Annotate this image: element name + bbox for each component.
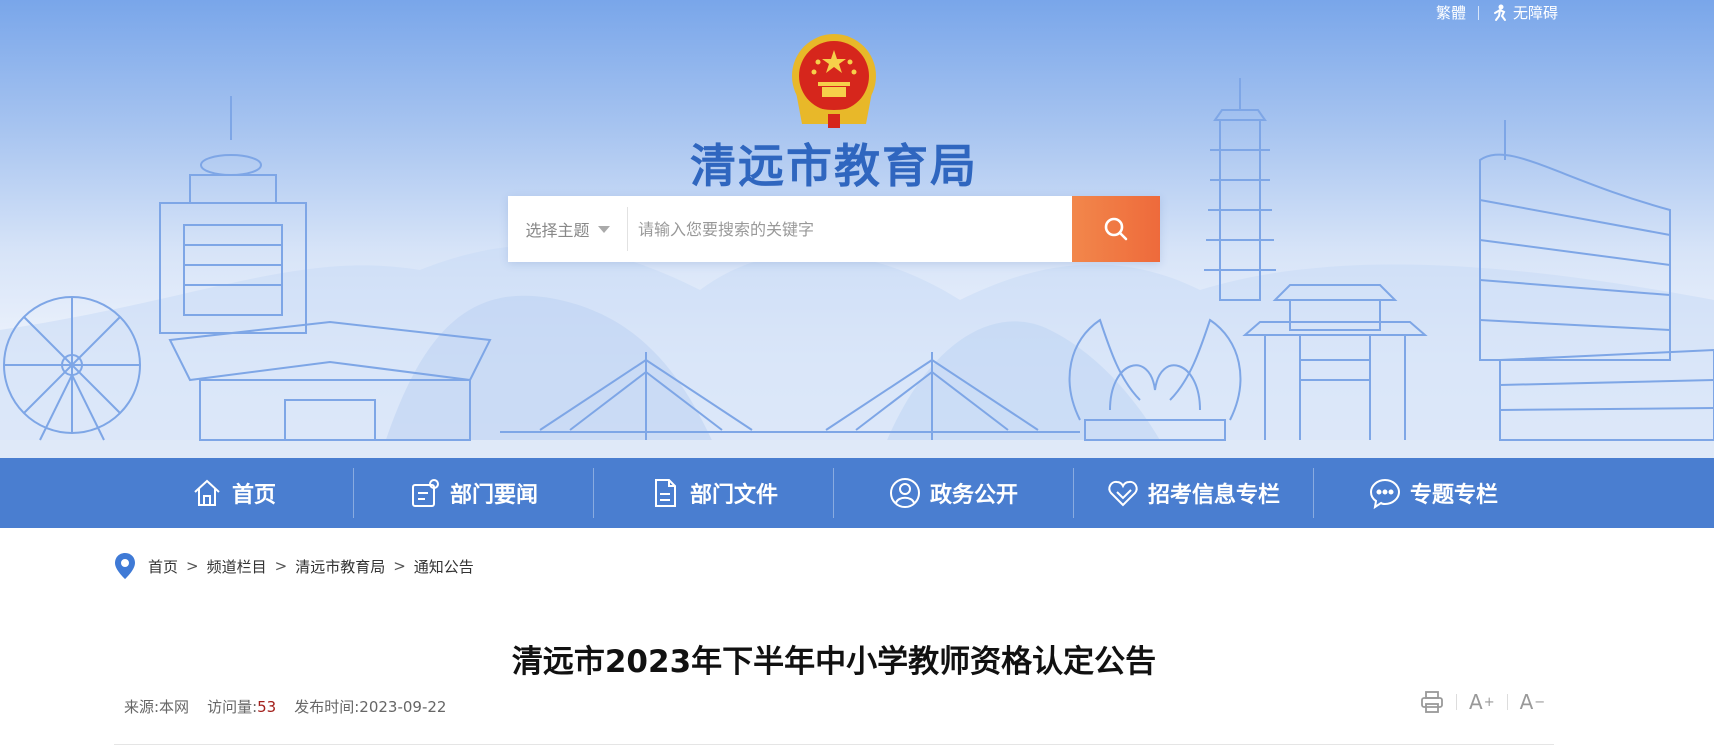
breadcrumb-notices[interactable]: 通知公告 — [414, 556, 474, 577]
divider — [1456, 694, 1457, 710]
nav-label: 招考信息专栏 — [1147, 483, 1280, 508]
printer-icon — [1421, 691, 1443, 713]
nav-label: 专题专栏 — [1409, 483, 1498, 508]
font-shrink-button[interactable]: A − — [1520, 690, 1546, 714]
header-banner: 繁體 无障碍 清远市教育局 选择主题 — [0, 0, 1714, 458]
article-tools: A + A − — [1420, 690, 1545, 714]
right-building — [1499, 348, 1714, 441]
home-icon — [190, 476, 224, 510]
plus-icon: + — [1483, 694, 1495, 710]
nav-item-home[interactable]: 首页 — [113, 458, 353, 528]
divider — [1477, 5, 1479, 20]
breadcrumb-home[interactable]: 首页 — [148, 556, 178, 577]
article-visits: 访问量:53 — [207, 696, 276, 717]
memorial-archway — [1242, 284, 1428, 440]
font-shrink-label: A — [1519, 690, 1534, 714]
nav-label: 部门要闻 — [449, 483, 538, 508]
traditional-chinese-link[interactable]: 繁體 — [1436, 2, 1466, 23]
nav-item-government-affairs[interactable]: 政务公开 — [833, 458, 1073, 528]
visits-label: 访问量: — [207, 698, 258, 716]
main-nav: 首页 部门要闻 部门文件 政务公开 招考信息专栏 专题专栏 — [0, 458, 1714, 528]
topic-select-label: 选择主题 — [525, 221, 590, 240]
site-title: 清远市教育局 — [690, 139, 978, 193]
article-source: 来源:本网 — [124, 698, 190, 716]
ferris-wheel — [3, 296, 141, 441]
top-links: 繁體 无障碍 — [1436, 2, 1558, 23]
article-title: 清远市2023年下半年中小学教师资格认定公告 — [511, 644, 1157, 680]
divider-line — [114, 744, 1554, 745]
nav-label: 政务公开 — [929, 483, 1018, 508]
search-bar: 选择主题 — [508, 196, 1160, 262]
divider — [1506, 694, 1508, 710]
nav-item-documents[interactable]: 部门文件 — [593, 458, 833, 528]
font-enlarge-button[interactable]: A + — [1469, 690, 1495, 714]
breadcrumb-channels[interactable]: 频道栏目 — [207, 556, 267, 577]
document-icon — [648, 476, 682, 510]
news-icon — [408, 476, 442, 510]
nav-item-news[interactable]: 部门要闻 — [353, 458, 593, 528]
visits-count: 53 — [257, 698, 277, 716]
breadcrumb-separator: > — [274, 557, 288, 575]
lotus-sculpture — [1068, 318, 1242, 441]
accessibility-link[interactable]: 无障碍 — [1491, 2, 1558, 23]
breadcrumb-separator: > — [186, 557, 199, 575]
breadcrumb-bureau[interactable]: 清远市教育局 — [295, 556, 385, 577]
search-button[interactable] — [1072, 196, 1160, 262]
search-icon — [1104, 217, 1128, 241]
accessibility-icon — [1493, 4, 1506, 21]
article-date: 发布时间:2023-09-22 — [294, 698, 447, 716]
nav-item-exam-info[interactable]: 招考信息专栏 — [1073, 458, 1313, 528]
font-enlarge-label: A — [1469, 690, 1483, 714]
chat-bubble-icon — [1368, 476, 1402, 510]
nav-label: 首页 — [231, 483, 276, 508]
heart-icon — [1106, 476, 1140, 510]
print-button[interactable] — [1420, 691, 1444, 713]
topic-select[interactable]: 选择主题 — [508, 207, 628, 251]
breadcrumb: 首页 > 频道栏目 > 清远市教育局 > 通知公告 — [114, 552, 474, 580]
search-input[interactable] — [628, 207, 1072, 251]
minus-icon: − — [1534, 694, 1546, 710]
cable-bridge — [500, 352, 1080, 440]
chevron-down-icon — [597, 225, 610, 233]
location-pin-icon — [114, 552, 136, 580]
stadium — [168, 320, 492, 441]
national-emblem-logo — [792, 34, 876, 128]
nav-label: 部门文件 — [689, 483, 778, 508]
nav-item-special-topics[interactable]: 专题专栏 — [1313, 458, 1553, 528]
breadcrumb-separator: > — [393, 557, 406, 575]
article-meta: 来源:本网 访问量:53 发布时间:2023-09-22 — [124, 696, 446, 717]
user-circle-icon — [888, 476, 922, 510]
accessibility-label: 无障碍 — [1512, 4, 1558, 22]
